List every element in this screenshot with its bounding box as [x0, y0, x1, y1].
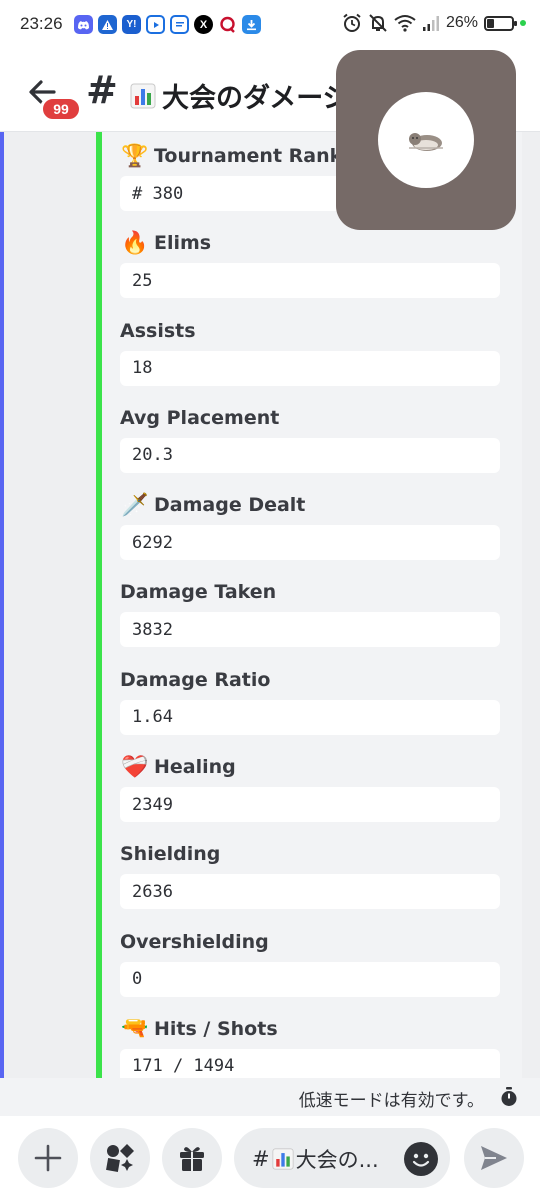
- add-button[interactable]: [18, 1128, 78, 1188]
- field-value: 20.3: [120, 437, 500, 473]
- field-value: 2349: [120, 787, 500, 823]
- bar-chart-icon: [272, 1148, 294, 1170]
- status-time: 23:26: [20, 14, 63, 33]
- field-name: 🔥 Elims: [120, 227, 500, 259]
- field-label: Hits / Shots: [154, 1017, 278, 1040]
- field-value: 6292: [120, 525, 500, 561]
- embed-field: Assists 18: [120, 315, 500, 402]
- embed-field: Shielding 2636: [120, 838, 500, 925]
- wifi-icon: [394, 15, 416, 32]
- alert-icon: [98, 15, 117, 34]
- emoji-button[interactable]: [404, 1142, 438, 1176]
- mending-heart-icon: ❤️‍🩹: [121, 754, 149, 780]
- yahoo-icon: Y!: [122, 15, 141, 34]
- field-value: 0: [120, 961, 500, 997]
- apps-button[interactable]: [90, 1128, 150, 1188]
- send-icon: [481, 1146, 507, 1170]
- sleeping-animal-avatar: [378, 92, 474, 188]
- message-composer: # 大会の...: [0, 1116, 540, 1200]
- picture-in-picture-window[interactable]: [336, 50, 516, 230]
- send-button[interactable]: [464, 1128, 524, 1188]
- field-label: Damage Dealt: [154, 494, 306, 517]
- mute-bell-icon: [369, 14, 387, 32]
- smiley-icon: [412, 1153, 430, 1167]
- signal-icon: [422, 16, 439, 31]
- news-icon: [170, 15, 189, 34]
- apps-icon: [106, 1144, 134, 1172]
- embed-fields: 🏆 Tournament Rank # 380 🔥 Elims 25 Assists 18 Av…: [120, 140, 500, 1078]
- field-value: 2636: [120, 874, 500, 910]
- field-label: Healing: [154, 756, 236, 779]
- slow-mode-text: 低速モードは有効です。: [298, 1091, 484, 1111]
- battery-level: [487, 18, 494, 28]
- unread-badge: 99: [40, 96, 82, 122]
- gift-button[interactable]: [162, 1128, 222, 1188]
- slow-mode-bar: 低速モードは有効です。: [0, 1078, 540, 1116]
- gift-icon: [180, 1147, 204, 1171]
- discord-icon: [74, 15, 93, 34]
- message-placeholder: # 大会の...: [252, 1144, 379, 1174]
- field-label: Overshielding: [120, 930, 269, 953]
- status-bar: 23:26 Y! X 26%: [0, 0, 540, 52]
- field-name: Damage Taken: [120, 576, 500, 608]
- alarm-icon: [343, 13, 361, 32]
- placeholder-text: 大会の...: [295, 1148, 379, 1172]
- field-label: Damage Ratio: [120, 668, 271, 691]
- bar-chart-icon: [130, 83, 156, 108]
- embed-field: Avg Placement 20.3: [120, 402, 500, 489]
- field-label: Assists: [120, 319, 196, 342]
- field-value: 3832: [120, 612, 500, 648]
- charging-indicator: [520, 20, 526, 26]
- field-value: 1.64: [120, 699, 500, 735]
- channel-name: 大会のダメージ: [162, 83, 350, 114]
- field-label: Elims: [154, 232, 212, 255]
- field-name: Shielding: [120, 838, 500, 870]
- field-label: Damage Taken: [120, 581, 277, 604]
- channel-title[interactable]: 大会のダメージ: [130, 76, 360, 115]
- trophy-icon: 🏆: [121, 143, 149, 169]
- field-name: Avg Placement: [120, 402, 500, 434]
- system-status: 26%: [342, 13, 526, 33]
- fire-icon: 🔥: [121, 230, 149, 256]
- chat-bubble-icon: [218, 15, 237, 34]
- message-list[interactable]: 🏆 Tournament Rank # 380 🔥 Elims 25 Assists 18 Av…: [0, 132, 540, 1078]
- battery-icon: [484, 15, 517, 31]
- field-label: Avg Placement: [120, 406, 280, 429]
- field-name: Overshielding: [120, 926, 500, 958]
- placeholder-hash: #: [252, 1147, 270, 1171]
- embed-field: Damage Taken 3832: [120, 576, 500, 663]
- plus-icon: [34, 1144, 62, 1172]
- message-input[interactable]: # 大会の...: [234, 1128, 450, 1188]
- embed-field: 🗡️ Damage Dealt 6292: [120, 489, 500, 576]
- field-value: 25: [120, 263, 500, 299]
- battery-percent: 26%: [445, 14, 478, 31]
- field-name: 🔫 Hits / Shots: [120, 1013, 500, 1045]
- x-icon: X: [194, 15, 213, 34]
- embed-field: 🔥 Elims 25: [120, 227, 500, 314]
- field-value: 171 / 1494: [120, 1048, 500, 1078]
- field-name: ❤️‍🩹 Healing: [120, 751, 500, 783]
- field-value: 18: [120, 350, 500, 386]
- embed-field: Overshielding 0: [120, 926, 500, 1013]
- field-name: Assists: [120, 315, 500, 347]
- dagger-icon: 🗡️: [121, 492, 149, 518]
- embed-field: ❤️‍🩹 Healing 2349: [120, 751, 500, 838]
- field-name: 🗡️ Damage Dealt: [120, 489, 500, 521]
- water-pistol-icon: 🔫: [121, 1016, 149, 1042]
- download-icon: [242, 15, 261, 34]
- youtube-icon: [146, 15, 165, 34]
- channel-hash-icon: #: [86, 68, 118, 112]
- field-label: Tournament Rank: [154, 145, 343, 167]
- field-label: Shielding: [120, 843, 221, 866]
- notification-icons: Y! X: [74, 15, 261, 34]
- embed-field: 🔫 Hits / Shots 171 / 1494: [120, 1013, 500, 1078]
- field-name: Damage Ratio: [120, 664, 500, 696]
- stopwatch-icon: [501, 1087, 517, 1106]
- embed-field: Damage Ratio 1.64: [120, 664, 500, 751]
- stats-embed: 🏆 Tournament Rank # 380 🔥 Elims 25 Assists 18 Av…: [96, 132, 522, 1078]
